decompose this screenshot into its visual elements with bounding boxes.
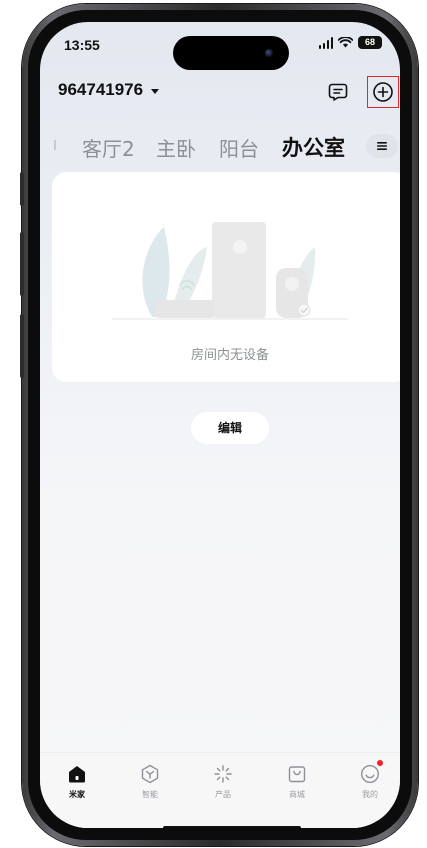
room-menu-button[interactable]	[366, 134, 398, 158]
volume-up-button	[20, 232, 24, 296]
nav-profile-label: 我的	[362, 790, 378, 799]
profile-smile-icon	[360, 764, 380, 784]
edit-button[interactable]: 编辑	[191, 412, 269, 444]
action-button	[20, 172, 24, 206]
empty-devices-illustration	[112, 222, 348, 320]
status-time: 13:55	[64, 37, 100, 53]
tab-room-2[interactable]: 阳台	[219, 133, 259, 162]
nav-home-label: 米家	[69, 790, 85, 799]
nav-smart-label: 智能	[142, 790, 158, 799]
nav-home[interactable]: 米家	[52, 763, 102, 800]
wifi-icon	[338, 37, 353, 48]
bottom-navigation: 米家 智能 产品 商城 我的	[40, 753, 400, 828]
notification-badge	[377, 760, 383, 766]
add-circle-icon	[373, 82, 393, 102]
room-tabs: 客厅2 主卧 阳台 办公室	[40, 128, 400, 164]
dynamic-island	[173, 36, 289, 70]
tab-overflow-fragment	[54, 140, 59, 150]
empty-state-message: 房间内无设备	[190, 348, 269, 363]
nav-store-label: 商城	[289, 790, 305, 799]
message-icon	[328, 83, 348, 101]
header: 964741976	[40, 74, 400, 110]
caret-down-icon	[151, 88, 160, 94]
tab-room-1[interactable]: 主卧	[156, 133, 196, 162]
sparkle-icon	[214, 765, 232, 783]
message-button[interactable]	[324, 78, 352, 106]
account-switcher[interactable]: 964741976	[58, 80, 160, 100]
battery-indicator: 68	[358, 36, 382, 49]
home-indicator[interactable]	[163, 826, 301, 828]
room-devices-card: 房间内无设备	[52, 172, 400, 382]
camera-icon	[265, 49, 273, 57]
status-indicators: 68	[318, 36, 382, 49]
nav-smart[interactable]: 智能	[125, 763, 175, 800]
hamburger-menu-icon	[377, 142, 387, 150]
nav-products-label: 产品	[215, 790, 231, 799]
tab-room-3[interactable]: 办公室	[282, 132, 345, 162]
account-id: 964741976	[58, 80, 144, 99]
nav-profile[interactable]: 我的	[345, 760, 395, 800]
volume-down-button	[20, 314, 24, 378]
screen: 13:55 68 964741976 客厅2 主卧 阳台 办公室 房间内无设备 …	[40, 22, 400, 828]
tab-room-0[interactable]: 客厅2	[82, 133, 135, 162]
nav-products[interactable]: 产品	[198, 763, 248, 800]
shopping-bag-icon	[288, 766, 306, 783]
add-device-button[interactable]	[367, 76, 399, 108]
signal-icon	[318, 36, 333, 49]
nav-store[interactable]: 商城	[272, 763, 322, 800]
smart-hexagon-icon	[141, 764, 159, 784]
home-icon	[69, 766, 85, 783]
